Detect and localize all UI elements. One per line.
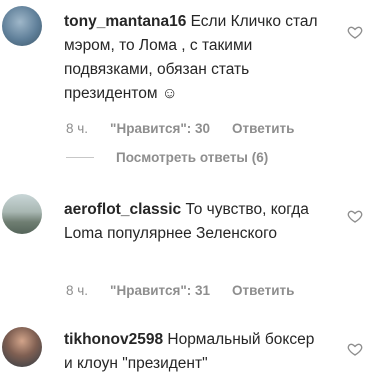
avatar[interactable] — [2, 327, 42, 367]
comment-text: aeroflot_classic То чувство, когда Loma … — [64, 198, 326, 246]
heart-outline-icon[interactable] — [347, 24, 363, 40]
comment-meta: 8 ч. "Нравится": 31 Ответить — [66, 283, 294, 298]
comment-username[interactable]: tony_mantana16 — [64, 13, 186, 30]
comment-username[interactable]: tikhonov2598 — [64, 331, 163, 348]
comment-time[interactable]: 8 ч. — [66, 283, 88, 298]
replies-divider — [66, 157, 94, 158]
avatar[interactable] — [2, 6, 42, 46]
heart-outline-icon[interactable] — [347, 208, 363, 224]
comment-text: tony_mantana16 Если Кличко стал мэром, т… — [64, 10, 326, 106]
comment-item: tikhonov2598 Нормальный боксер и клоун "… — [0, 325, 371, 386]
heart-outline-icon[interactable] — [347, 341, 363, 357]
view-replies-label: Посмотреть ответы (6) — [116, 150, 269, 165]
comment-time[interactable]: 8 ч. — [66, 121, 88, 136]
avatar[interactable] — [2, 194, 42, 234]
comment-username[interactable]: aeroflot_classic — [64, 201, 181, 218]
comment-item: aeroflot_classic То чувство, когда Loma … — [0, 190, 371, 310]
reply-button[interactable]: Ответить — [232, 283, 294, 298]
comment-likes[interactable]: "Нравится": 31 — [110, 283, 210, 298]
reply-button[interactable]: Ответить — [232, 121, 294, 136]
comment-meta: 8 ч. "Нравится": 30 Ответить — [66, 121, 294, 136]
comment-text: tikhonov2598 Нормальный боксер и клоун "… — [64, 328, 326, 376]
view-replies-button[interactable]: Посмотреть ответы (6) — [66, 150, 268, 165]
comment-likes[interactable]: "Нравится": 30 — [110, 121, 210, 136]
comment-item: tony_mantana16 Если Кличко стал мэром, т… — [0, 0, 371, 170]
